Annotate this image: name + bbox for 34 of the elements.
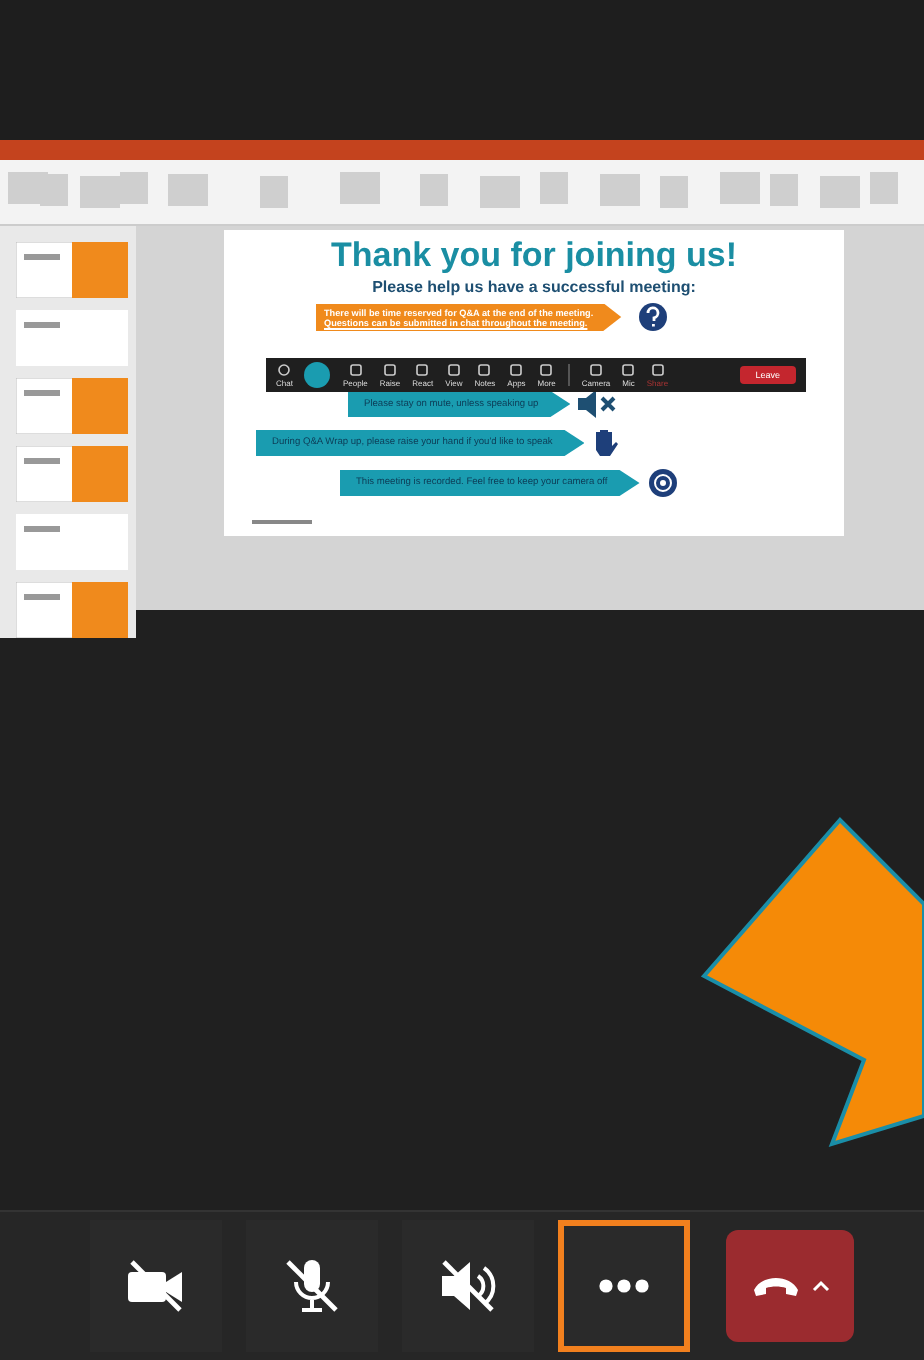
speaker-button[interactable] xyxy=(402,1220,534,1352)
hang-up-icon xyxy=(751,1274,799,1298)
slide-thumbnail[interactable] xyxy=(16,242,128,298)
more-icon xyxy=(598,1278,650,1294)
slide-thumbnail[interactable] xyxy=(16,514,128,570)
square-icon xyxy=(590,363,603,375)
hangup-button[interactable] xyxy=(726,1230,854,1342)
disc-icon xyxy=(647,468,678,498)
slide-thumbnail[interactable] xyxy=(16,582,128,638)
question-icon xyxy=(637,302,668,332)
camera-off-icon xyxy=(124,1256,188,1316)
square-icon xyxy=(349,363,362,375)
speaker-off-icon xyxy=(436,1256,500,1316)
chat-icon xyxy=(278,363,291,375)
square-icon xyxy=(540,363,553,375)
square-icon xyxy=(622,363,635,375)
caret-icon xyxy=(811,1280,829,1292)
square-icon xyxy=(478,363,491,375)
square-icon xyxy=(651,363,664,375)
slide-subtitle: Please help us have a successful meeting: xyxy=(372,278,696,296)
slide-thumbnail[interactable] xyxy=(16,310,128,366)
square-icon xyxy=(416,363,429,375)
slide-thumbnail[interactable] xyxy=(16,446,128,502)
avatar[interactable] xyxy=(304,362,331,388)
footer-line xyxy=(252,520,312,524)
slide-thumbnail[interactable] xyxy=(16,378,128,434)
square-icon xyxy=(510,363,523,375)
hand-icon xyxy=(592,428,619,458)
mic-button[interactable] xyxy=(246,1220,378,1352)
slide-title: Thank you for joining us! xyxy=(330,236,738,276)
camera-button[interactable] xyxy=(90,1220,222,1352)
more-button[interactable] xyxy=(558,1220,690,1352)
square-icon xyxy=(447,363,460,375)
square-icon xyxy=(384,363,397,375)
